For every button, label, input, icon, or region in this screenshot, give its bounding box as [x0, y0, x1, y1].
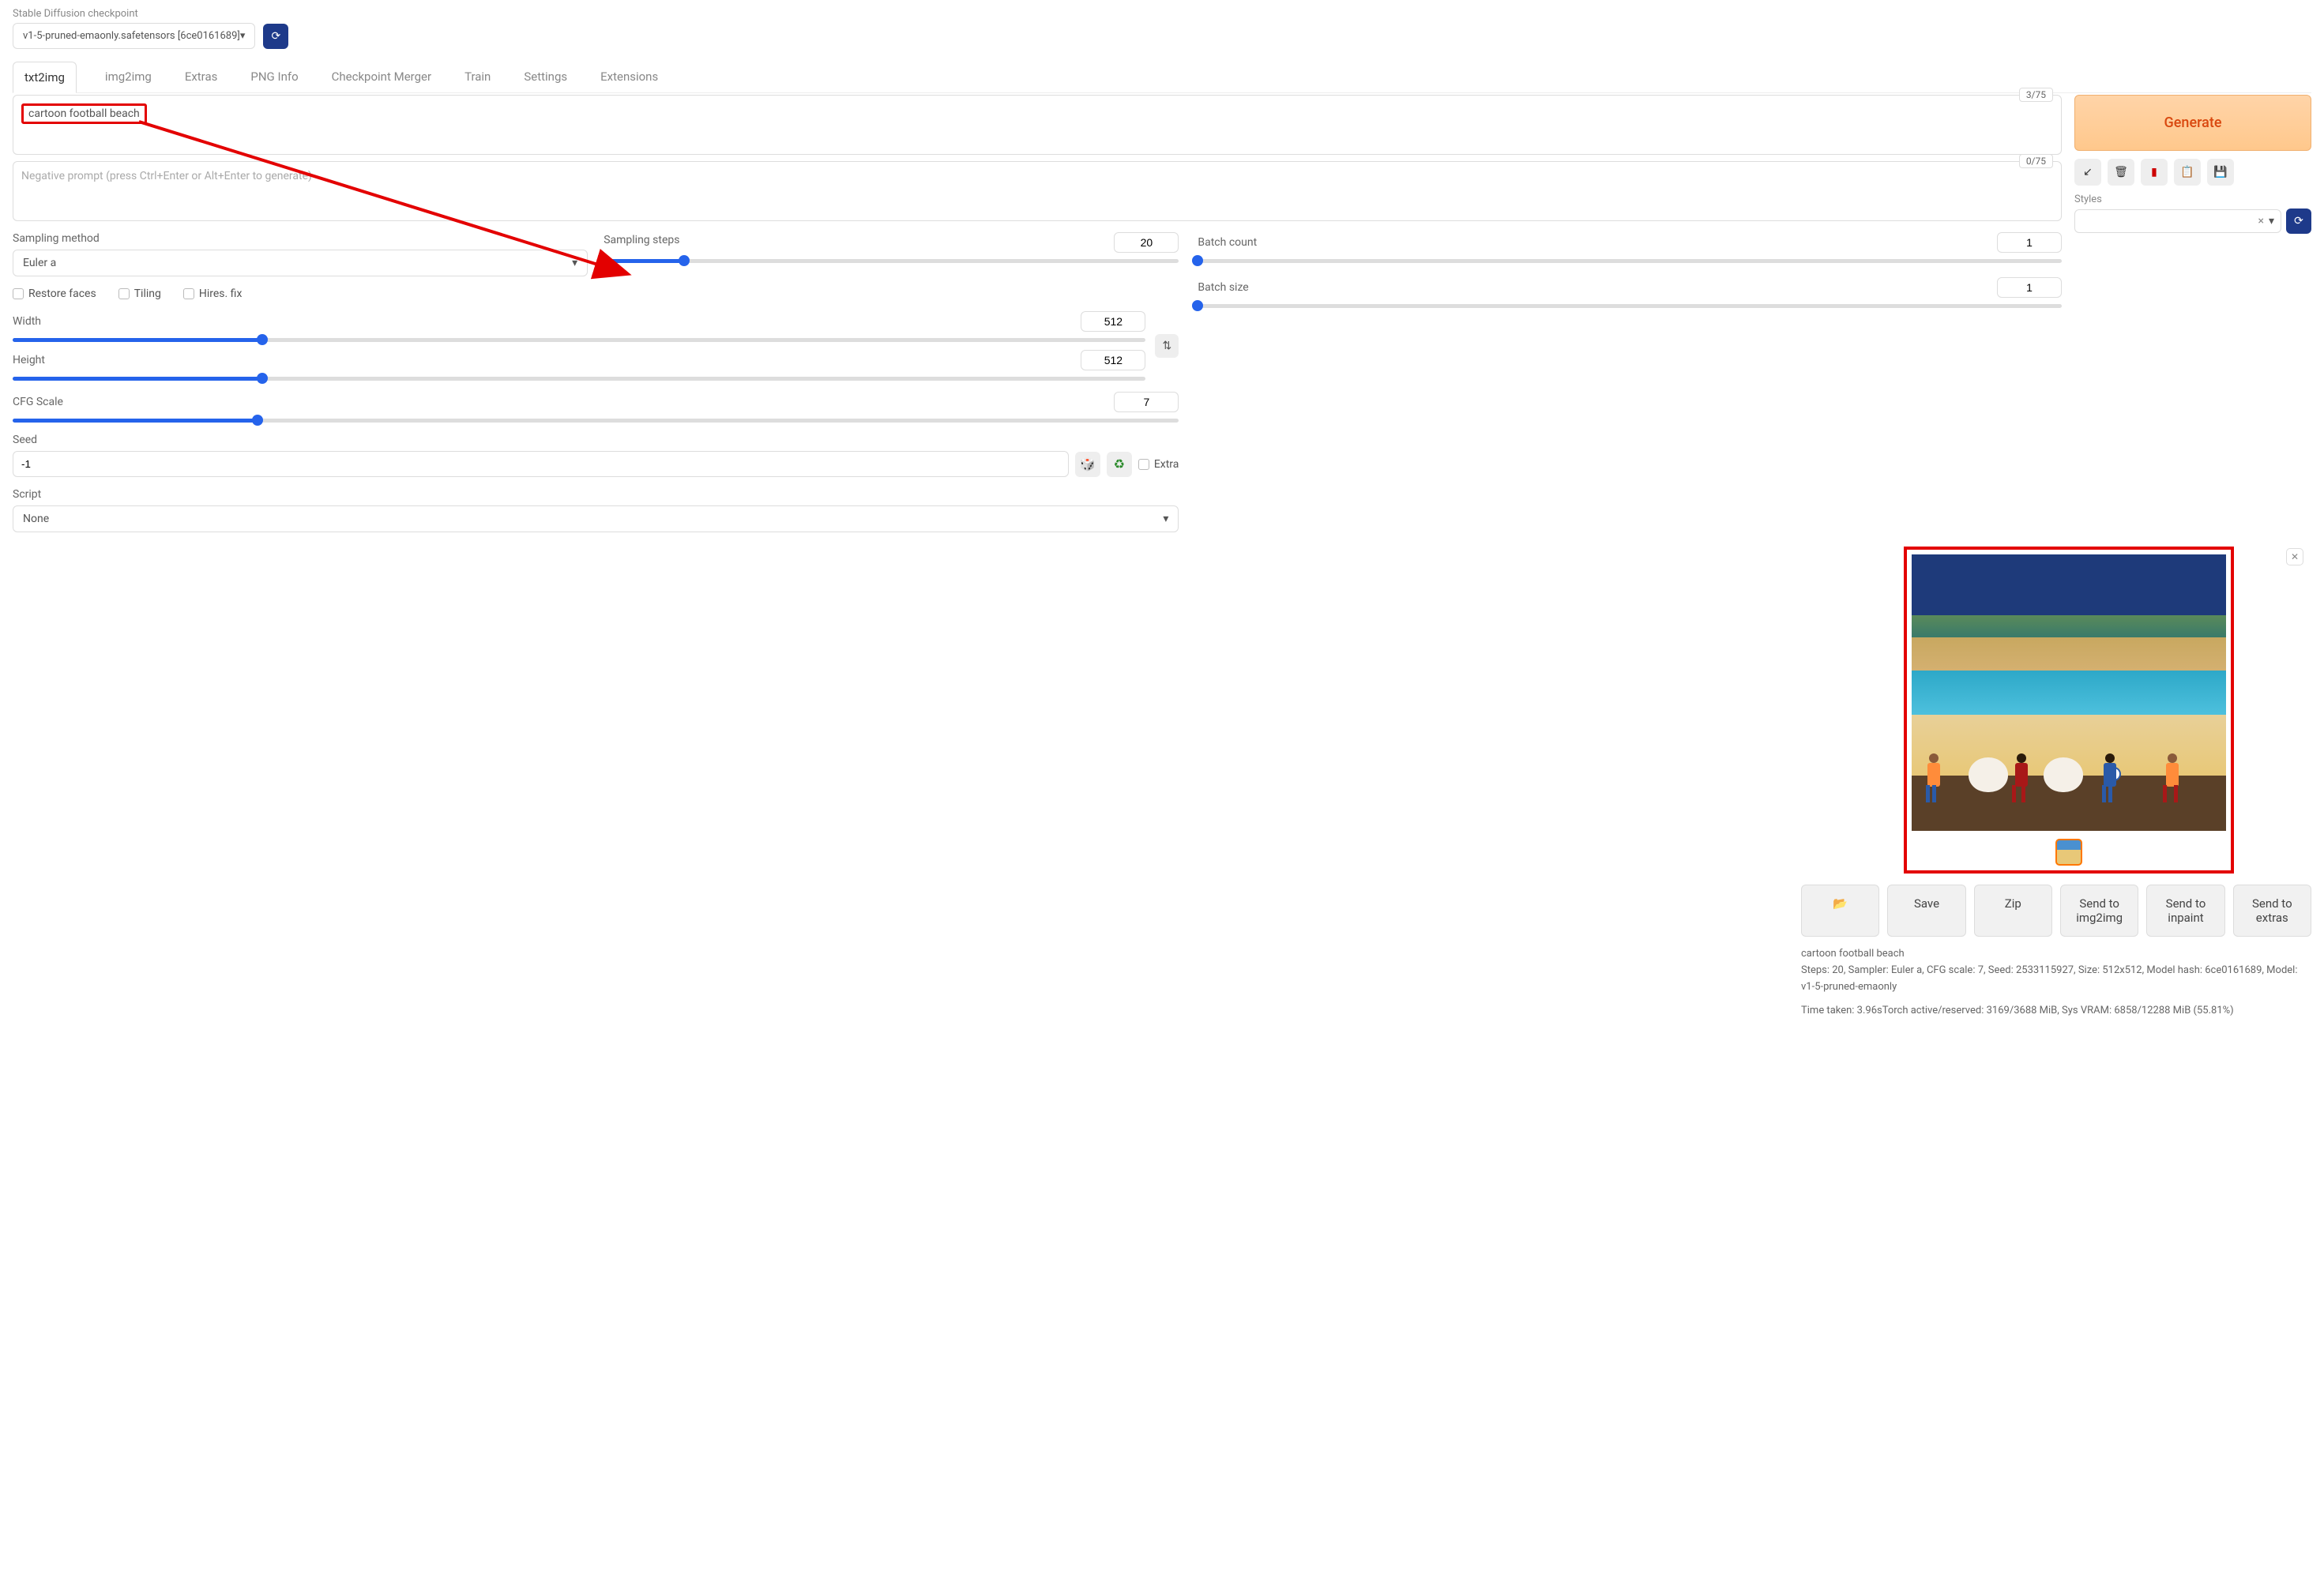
save-style-button[interactable]: 💾: [2207, 159, 2234, 186]
cfg-label: CFG Scale: [13, 396, 63, 408]
send-extras-button[interactable]: Send to extras: [2233, 885, 2311, 937]
paste-button[interactable]: 📋: [2174, 159, 2201, 186]
tab-settings[interactable]: Settings: [519, 62, 572, 92]
send-inpaint-button[interactable]: Send to inpaint: [2146, 885, 2224, 937]
clipboard-icon: 📋: [2180, 166, 2194, 178]
zip-button[interactable]: Zip: [1974, 885, 2052, 937]
tab-train[interactable]: Train: [460, 62, 495, 92]
sampling-steps-input[interactable]: [1114, 232, 1179, 253]
arrow-button[interactable]: ↙: [2074, 159, 2101, 186]
seed-extra-check[interactable]: Extra: [1138, 458, 1179, 471]
card-icon: ▮: [2151, 166, 2157, 178]
batch-count-input[interactable]: [1997, 232, 2062, 253]
checkpoint-label: Stable Diffusion checkpoint: [13, 8, 2311, 20]
sampling-method-value: Euler a: [23, 257, 56, 269]
script-select[interactable]: None ▾: [13, 505, 1179, 532]
caret-down-icon: ▾: [240, 30, 246, 42]
output-thumbnail[interactable]: [2055, 839, 2082, 866]
sampling-method-select[interactable]: Euler a ▾: [13, 250, 588, 276]
refresh-styles-button[interactable]: ⟳: [2286, 209, 2311, 234]
width-label: Width: [13, 315, 41, 328]
swap-wh-button[interactable]: ⇅: [1155, 334, 1179, 358]
refresh-checkpoint-button[interactable]: ⟳: [263, 24, 288, 49]
info-prompt: cartoon football beach: [1801, 946, 2311, 963]
tab-checkpoint-merger[interactable]: Checkpoint Merger: [327, 62, 436, 92]
close-icon: ✕: [2291, 551, 2299, 562]
main-tabs: txt2img img2img Extras PNG Info Checkpoi…: [13, 62, 2311, 93]
info-params: Steps: 20, Sampler: Euler a, CFG scale: …: [1801, 963, 2311, 996]
generate-button[interactable]: Generate: [2074, 95, 2311, 151]
open-folder-button[interactable]: 📂: [1801, 885, 1879, 937]
refresh-icon: ⟳: [2294, 215, 2303, 227]
randomize-seed-button[interactable]: 🎲: [1075, 452, 1100, 477]
generation-info: cartoon football beach Steps: 20, Sample…: [1801, 946, 2311, 1020]
refresh-icon: ⟳: [272, 30, 281, 43]
sampling-steps-slider[interactable]: [604, 259, 1179, 263]
script-label: Script: [13, 488, 1179, 501]
negative-prompt-input[interactable]: 0/75 Negative prompt (press Ctrl+Enter o…: [13, 161, 2062, 221]
styles-select[interactable]: × ▾: [2074, 209, 2281, 233]
caret-down-icon: ▾: [1163, 513, 1168, 525]
styles-read-button[interactable]: ▮: [2141, 159, 2168, 186]
neg-placeholder: Negative prompt (press Ctrl+Enter or Alt…: [21, 170, 312, 182]
save-icon: 💾: [2213, 166, 2227, 178]
output-gallery: ✕: [1904, 547, 2234, 874]
folder-icon: 📂: [1833, 896, 1848, 911]
save-button[interactable]: Save: [1887, 885, 1965, 937]
script-value: None: [23, 513, 49, 525]
tab-pnginfo[interactable]: PNG Info: [246, 62, 303, 92]
clear-button[interactable]: 🗑: [2108, 159, 2134, 186]
generated-image[interactable]: [1912, 554, 2226, 831]
height-label: Height: [13, 354, 45, 366]
info-time: Time taken: 3.96sTorch active/reserved: …: [1801, 1003, 2311, 1020]
checkpoint-select[interactable]: v1-5-pruned-emaonly.safetensors [6ce0161…: [13, 23, 255, 49]
clear-icon[interactable]: ×: [2258, 215, 2263, 227]
sampling-steps-label: Sampling steps: [604, 234, 679, 246]
batch-size-label: Batch size: [1198, 281, 1248, 294]
tab-extensions[interactable]: Extensions: [596, 62, 663, 92]
batch-size-slider[interactable]: [1198, 304, 2062, 308]
trash-icon: 🗑: [2114, 166, 2128, 178]
prompt-text: cartoon football beach: [21, 103, 147, 124]
seed-label: Seed: [13, 434, 1179, 446]
restore-faces-check[interactable]: Restore faces: [13, 287, 96, 300]
close-output-button[interactable]: ✕: [2286, 548, 2303, 565]
caret-down-icon: ▾: [572, 257, 577, 269]
dice-icon: 🎲: [1080, 456, 1096, 472]
prompt-input[interactable]: 3/75 cartoon football beach: [13, 95, 2062, 155]
arrow-icon: ↙: [2083, 166, 2093, 178]
width-slider[interactable]: [13, 338, 1145, 342]
batch-count-slider[interactable]: [1198, 259, 2062, 263]
recycle-icon: ♻: [1114, 456, 1125, 472]
tiling-check[interactable]: Tiling: [118, 287, 161, 300]
reuse-seed-button[interactable]: ♻: [1107, 452, 1132, 477]
tab-extras[interactable]: Extras: [180, 62, 223, 92]
height-input[interactable]: [1081, 350, 1145, 370]
swap-icon: ⇅: [1163, 340, 1172, 352]
tab-img2img[interactable]: img2img: [100, 62, 156, 92]
seed-input[interactable]: [13, 451, 1069, 477]
tab-txt2img[interactable]: txt2img: [13, 62, 77, 93]
neg-token-count: 0/75: [2019, 154, 2053, 168]
caret-down-icon: ▾: [2269, 215, 2274, 227]
styles-label: Styles: [2074, 193, 2311, 205]
cfg-input[interactable]: [1114, 392, 1179, 412]
height-slider[interactable]: [13, 377, 1145, 381]
send-img2img-button[interactable]: Send to img2img: [2060, 885, 2138, 937]
width-input[interactable]: [1081, 311, 1145, 332]
batch-size-input[interactable]: [1997, 277, 2062, 298]
checkpoint-value: v1-5-pruned-emaonly.safetensors [6ce0161…: [23, 30, 240, 42]
prompt-token-count: 3/75: [2019, 88, 2053, 102]
sampling-method-label: Sampling method: [13, 232, 588, 245]
hires-fix-check[interactable]: Hires. fix: [183, 287, 243, 300]
cfg-slider[interactable]: [13, 419, 1179, 423]
batch-count-label: Batch count: [1198, 236, 1257, 249]
